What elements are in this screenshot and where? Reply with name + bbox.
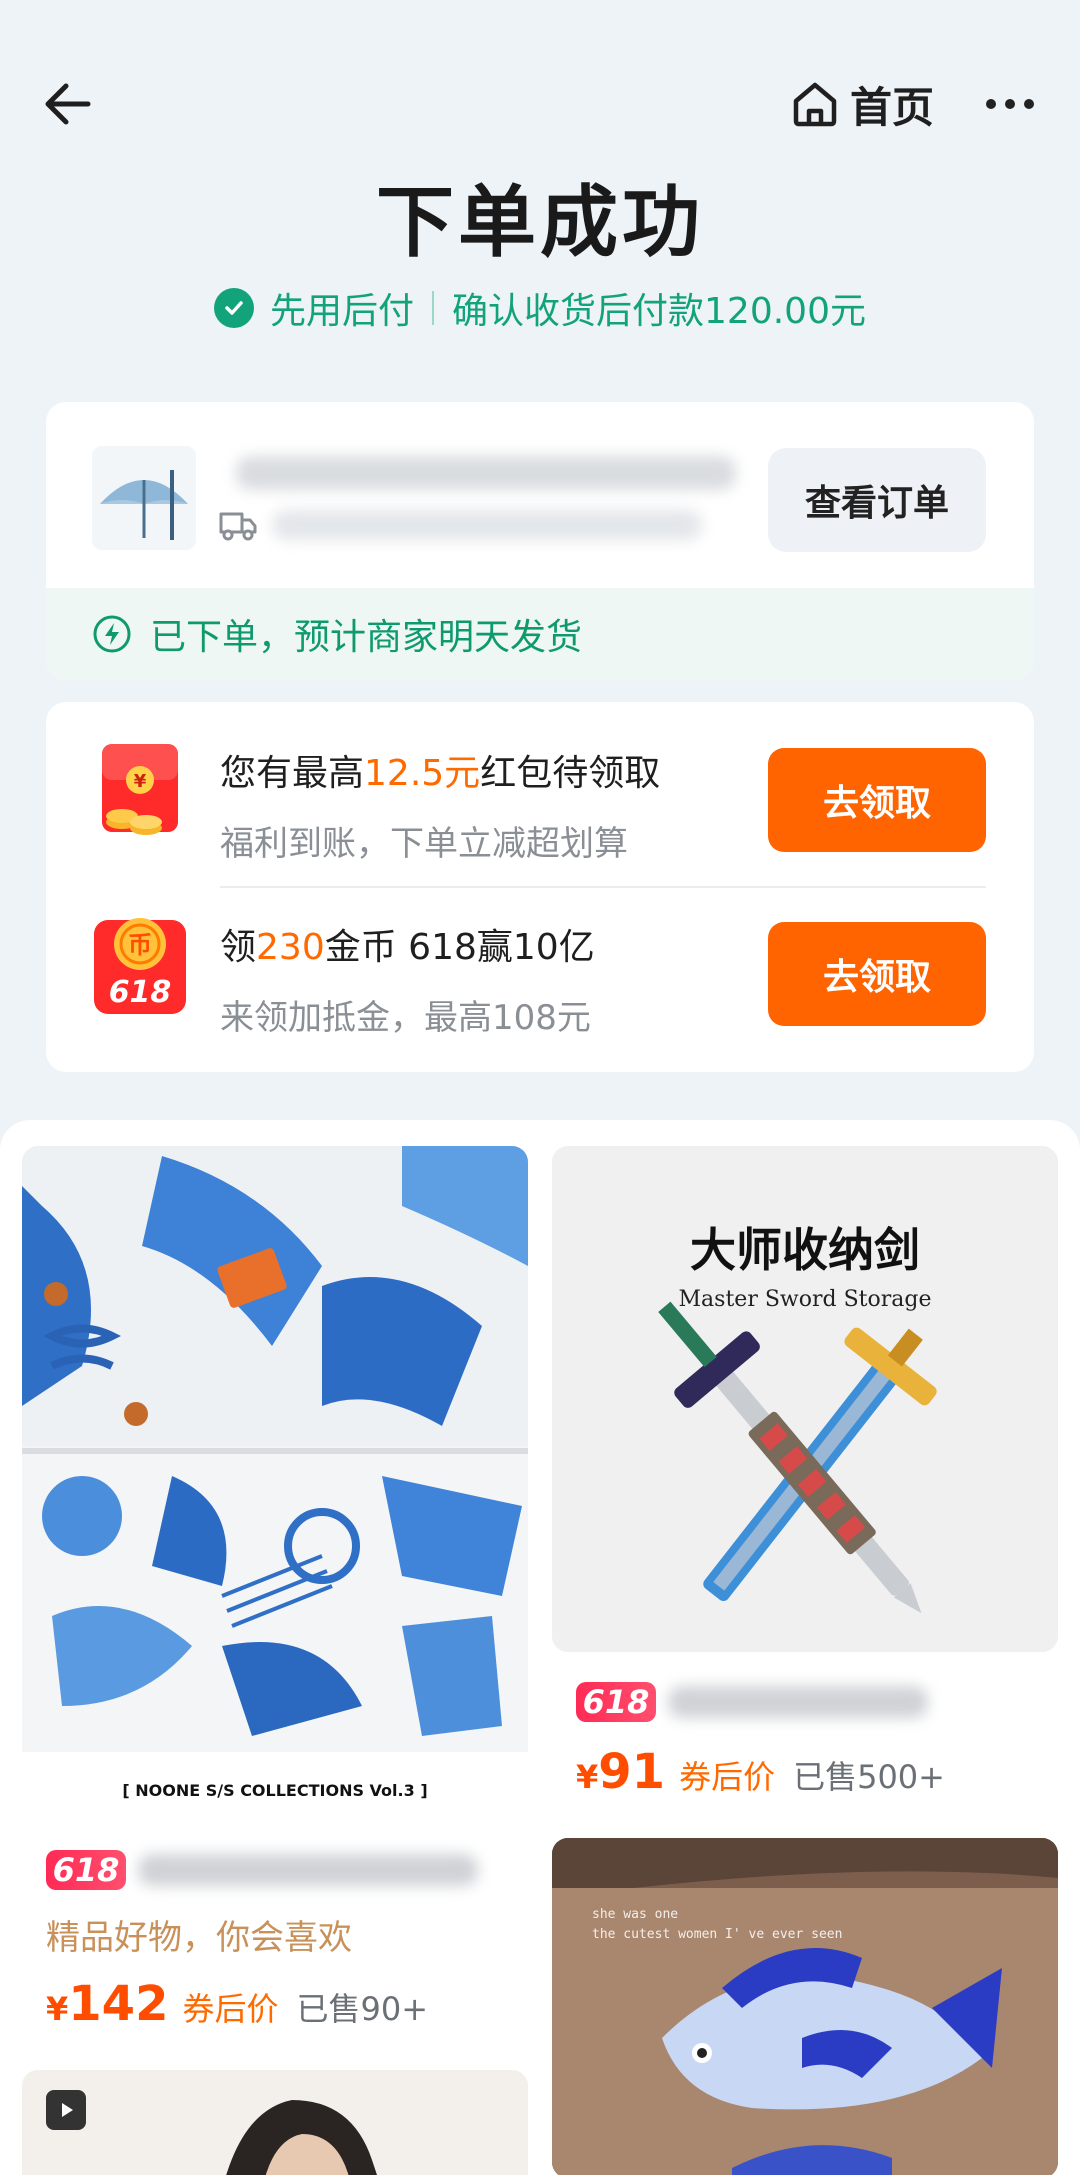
check-circle-icon bbox=[214, 288, 254, 328]
rewards-card: ¥ 您有最高12.5元红包待领取 福利到账，下单立减超划算 去领取 币 618 bbox=[46, 702, 1034, 1072]
price-row: ¥ 91 券后价 已售500+ bbox=[576, 1744, 945, 1800]
more-dot-icon bbox=[1005, 99, 1015, 109]
shipping-status-bar: 已下单，预计商家明天发货 bbox=[46, 588, 1034, 680]
reward-title: 您有最高12.5元红包待领取 bbox=[220, 744, 660, 796]
product-card-video[interactable] bbox=[22, 2070, 528, 2175]
view-order-button[interactable]: 查看订单 bbox=[768, 448, 986, 552]
pay-mode-label: 先用后付 bbox=[270, 291, 415, 332]
image-subtitle: Master Sword Storage bbox=[679, 1287, 932, 1312]
reward-coin-amount: 230 bbox=[256, 927, 325, 968]
umbrella-image bbox=[92, 446, 196, 550]
reward-row-coins: 币 618 领230金币 618赢10亿 来领加抵金，最高108元 去领取 bbox=[46, 876, 1034, 1038]
svg-text:618: 618 bbox=[109, 975, 172, 1010]
reward-title-prefix: 领 bbox=[220, 927, 257, 968]
product-slogan: 精品好物，你会喜欢 bbox=[46, 1918, 352, 1958]
product-thumbnail[interactable] bbox=[92, 446, 196, 550]
pay-note: 确认收货后付款120.00元 bbox=[452, 291, 866, 332]
reward-title-prefix: 您有最高 bbox=[220, 753, 365, 794]
badge-618: 618 bbox=[46, 1850, 126, 1890]
price-value: 91 bbox=[598, 1744, 666, 1800]
price-note: 券后价 bbox=[679, 1758, 776, 1796]
more-dot-icon bbox=[1024, 99, 1034, 109]
reward-row-red-packet: ¥ 您有最高12.5元红包待领取 福利到账，下单立减超划算 去领取 bbox=[46, 702, 1034, 864]
svg-text:币: 币 bbox=[128, 931, 152, 959]
reward-text: 领230金币 618赢10亿 来领加抵金，最高108元 bbox=[220, 918, 595, 1039]
product-title-redacted bbox=[668, 1686, 928, 1718]
reward-title: 领230金币 618赢10亿 bbox=[220, 918, 595, 970]
page-title: 下单成功 bbox=[375, 178, 704, 268]
home-icon bbox=[793, 82, 837, 127]
sold-count: 已售500+ bbox=[793, 1758, 945, 1796]
arrow-left-icon bbox=[45, 83, 91, 125]
red-packet-icon: ¥ bbox=[92, 740, 188, 844]
sword-image: 大师收纳剑 Master Sword Storage bbox=[552, 1146, 1058, 1652]
reward-amount: 12.5元 bbox=[364, 753, 481, 794]
product-spec-redacted bbox=[272, 510, 702, 540]
home-label: 首页 bbox=[850, 82, 935, 132]
back-button[interactable] bbox=[38, 72, 102, 136]
divider bbox=[432, 291, 435, 325]
reward-title-suffix: 红包待领取 bbox=[480, 753, 661, 794]
claim-coins-button[interactable]: 去领取 bbox=[768, 922, 986, 1026]
product-title-redacted bbox=[138, 1854, 478, 1886]
reward-text: 您有最高12.5元红包待领取 福利到账，下单立减超划算 bbox=[220, 744, 660, 865]
coin-618-icon: 币 618 bbox=[92, 914, 188, 1018]
play-icon bbox=[46, 2090, 86, 2130]
page-header: 首页 下单成功 先用后付 确认收货后付款120.00元 bbox=[0, 0, 1080, 332]
reward-title-suffix: 金币 618赢10亿 bbox=[324, 927, 595, 968]
reward-subtitle: 来领加抵金，最高108元 bbox=[220, 998, 591, 1038]
shirt-image: [ NOONE S/S COLLECTIONS Vol.3 ] bbox=[22, 1146, 528, 1818]
product-title-row: 618 bbox=[576, 1682, 928, 1722]
currency-symbol: ¥ bbox=[576, 1758, 599, 1796]
product-card-shirt-image[interactable]: [ NOONE S/S COLLECTIONS Vol.3 ] bbox=[22, 1146, 528, 1818]
more-dot-icon bbox=[986, 99, 996, 109]
image-caption: the cutest women I' ve ever seen bbox=[592, 1927, 842, 1942]
product-title-redacted bbox=[236, 456, 736, 490]
hairclip-image: she was one the cutest women I' ve ever … bbox=[552, 1838, 1058, 2175]
sold-count: 已售90+ bbox=[296, 1990, 429, 2028]
reward-subtitle: 福利到账，下单立减超划算 bbox=[220, 824, 628, 864]
badge-618: 618 bbox=[576, 1682, 656, 1722]
image-title: 大师收纳剑 bbox=[690, 1223, 920, 1277]
shipping-status-text: 已下单，预计商家明天发货 bbox=[150, 617, 583, 658]
truck-icon bbox=[218, 508, 258, 542]
order-card: 查看订单 已下单，预计商家明天发货 bbox=[46, 402, 1034, 680]
product-title-row: 618 bbox=[46, 1850, 478, 1890]
price-note: 券后价 bbox=[182, 1990, 279, 2028]
home-button[interactable]: 首页 bbox=[790, 72, 934, 136]
payment-info: 先用后付 确认收货后付款120.00元 bbox=[0, 282, 1080, 334]
product-card-sword-image[interactable]: 大师收纳剑 Master Sword Storage bbox=[552, 1146, 1058, 1652]
price-row: ¥ 142 券后价 已售90+ bbox=[46, 1976, 428, 2032]
more-button[interactable] bbox=[980, 80, 1040, 128]
image-caption: [ NOONE S/S COLLECTIONS Vol.3 ] bbox=[122, 1781, 427, 1800]
product-card-hairclip-image[interactable]: she was one the cutest women I' ve ever … bbox=[552, 1838, 1058, 2175]
image-caption: she was one bbox=[592, 1907, 678, 1922]
claim-red-packet-button[interactable]: 去领取 bbox=[768, 748, 986, 852]
price-value: 142 bbox=[68, 1976, 169, 2032]
svg-text:¥: ¥ bbox=[134, 771, 147, 792]
video-thumbnail bbox=[22, 2070, 528, 2175]
lightning-icon bbox=[92, 614, 132, 654]
currency-symbol: ¥ bbox=[46, 1990, 69, 2028]
